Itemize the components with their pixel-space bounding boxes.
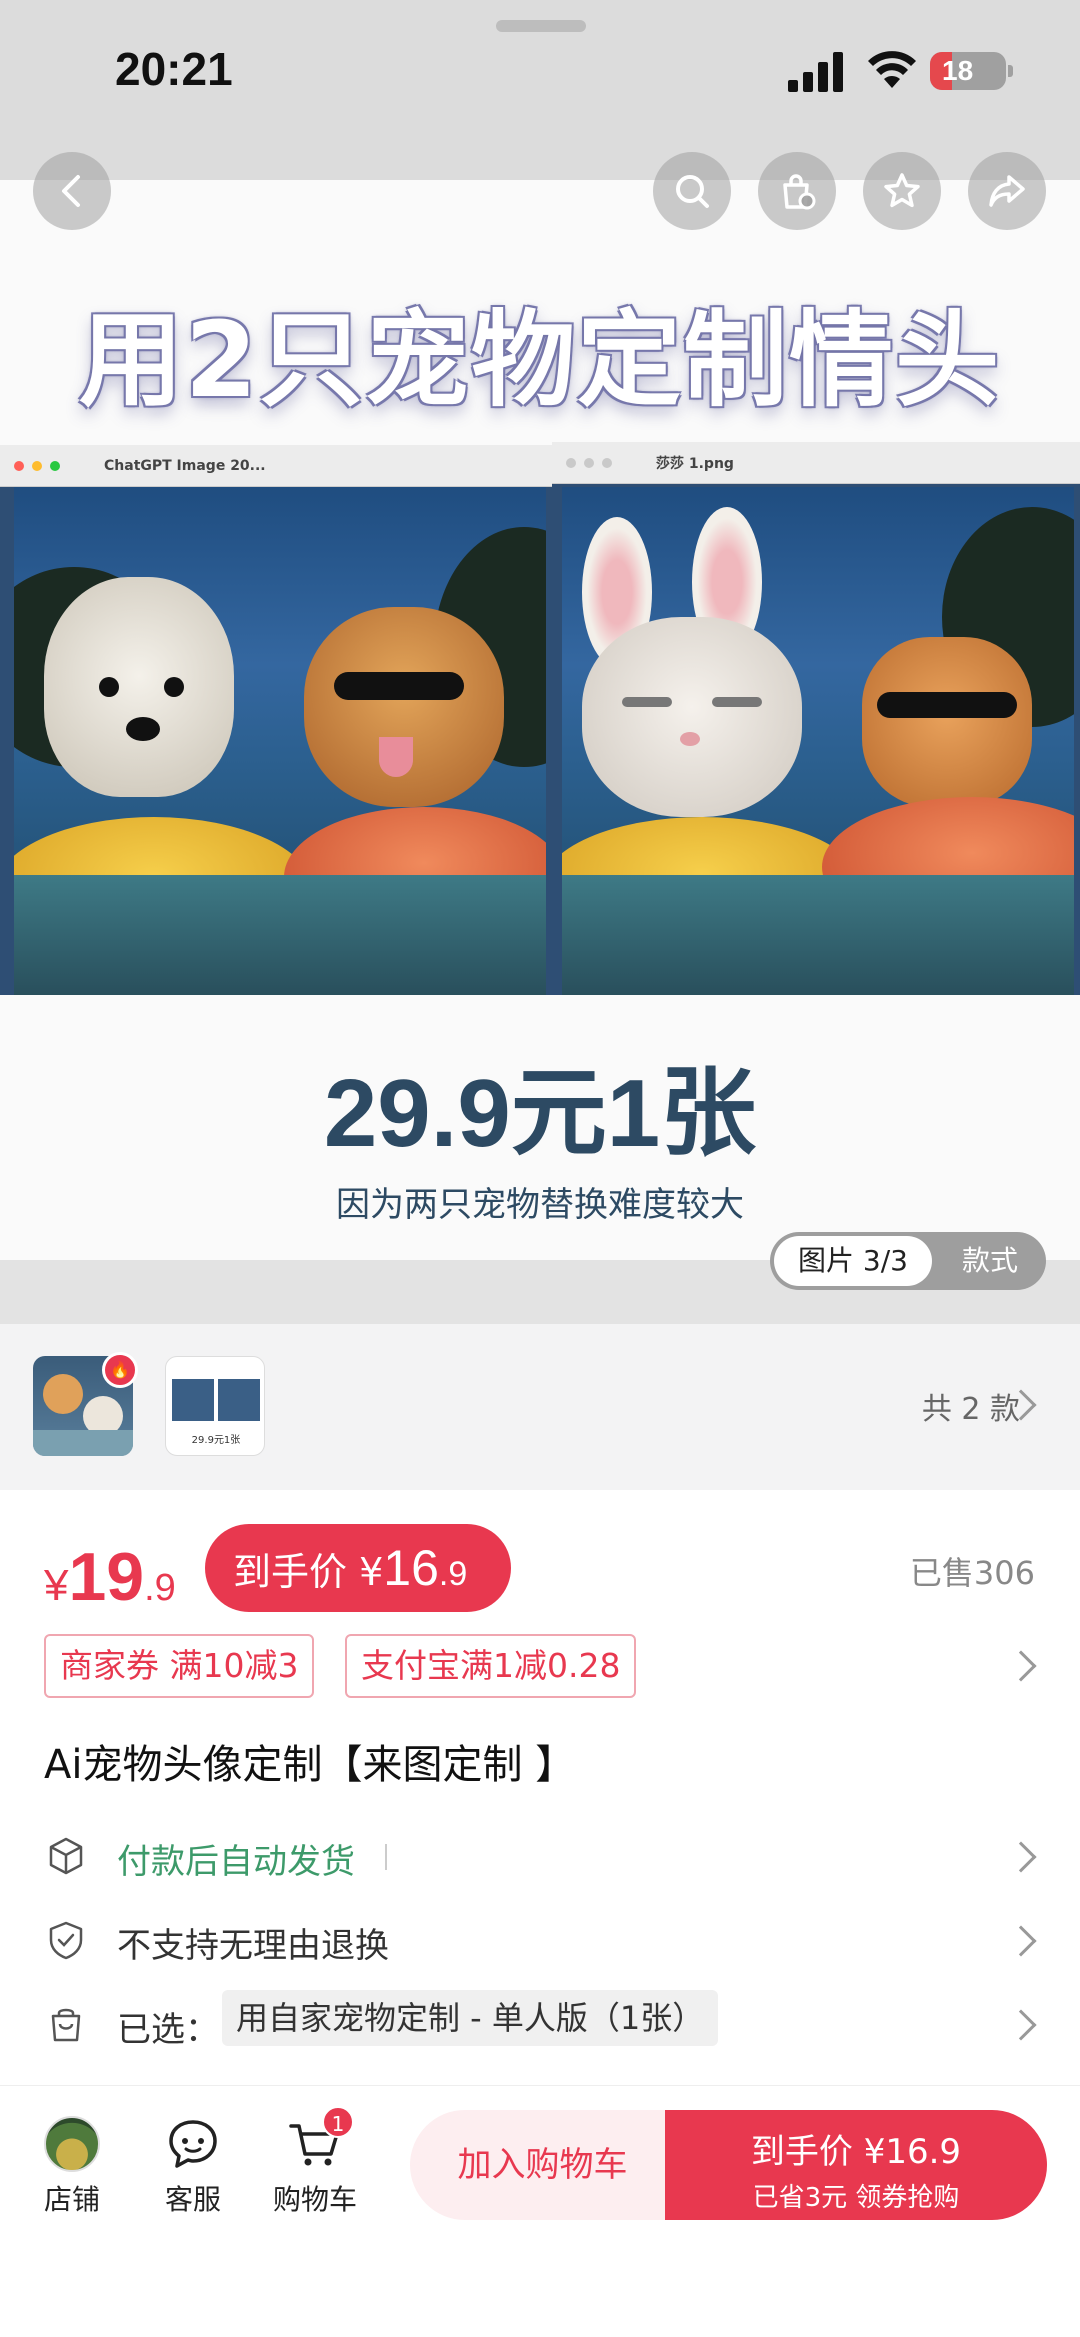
shopping-bag-icon: [51, 2008, 81, 2042]
service-shipping[interactable]: 付款后自动发货: [0, 1822, 1080, 1892]
chevron-left-icon: [62, 175, 80, 207]
bottom-action-bar: 店铺 客服 1 购物车 加入购物车 到手价 ¥16.9 已省3元 领券抢购: [0, 2085, 1080, 2337]
style-selector[interactable]: 🔥 29.9元1张 共 2 款: [0, 1324, 1080, 1490]
shipping-text: 付款后自动发货: [117, 1842, 355, 1882]
hero-price-headline: 29.9元1张: [323, 1060, 757, 1167]
product-image[interactable]: 用2只宠物定制情头 ChatGPT Image 20... 莎莎 1.png 2…: [0, 180, 1080, 1260]
service-selected-variant[interactable]: 已选： 用自家宠物定制 - 单人版（1张）: [0, 1990, 1080, 2060]
style-count[interactable]: 共 2 款: [922, 1384, 1020, 1428]
hot-badge-icon: 🔥: [102, 1352, 138, 1388]
selected-variant-value[interactable]: 用自家宠物定制 - 单人版（1张）: [222, 1990, 719, 2046]
status-time: 20:21: [115, 43, 233, 95]
battery-level: 18: [942, 55, 974, 86]
service-returns[interactable]: 不支持无理由退换: [0, 1906, 1080, 1976]
grabber[interactable]: [496, 20, 586, 32]
star-icon: [884, 173, 920, 208]
chevron-right-icon: [1005, 2009, 1037, 2041]
wifi-icon: [868, 51, 916, 88]
cart-label: 购物车: [272, 2183, 357, 2216]
coupon-alipay[interactable]: 支付宝满1减0.28: [345, 1634, 637, 1698]
package-box-icon: [49, 1837, 83, 1875]
pager-current[interactable]: 图片 3/3: [774, 1236, 932, 1286]
pager-styles-tab[interactable]: 款式: [940, 1236, 1040, 1286]
search-button[interactable]: [653, 152, 731, 230]
shield-check-icon: [49, 1921, 83, 1960]
search-icon: [676, 175, 709, 208]
shop-label: 店铺: [43, 2183, 100, 2216]
customer-service-button[interactable]: 客服: [138, 2116, 248, 2218]
hero-price-note: 因为两只宠物替换难度较大: [336, 1185, 744, 1225]
shop-avatar: [44, 2116, 100, 2172]
shopping-bag-button[interactable]: [758, 152, 836, 230]
hero-title: 用2只宠物定制情头: [78, 299, 1002, 421]
window-title-left: ChatGPT Image 20...: [104, 457, 266, 474]
chevron-right-icon[interactable]: [1005, 1650, 1037, 1682]
favorite-button[interactable]: [863, 152, 941, 230]
back-button[interactable]: [33, 152, 111, 230]
product-title: Ai宠物头像定制【来图定制 】: [44, 1742, 576, 1788]
example-photo-left: ChatGPT Image 20...: [0, 445, 560, 995]
thumbnail-caption: 29.9元1张: [191, 1435, 241, 1446]
selected-label: 已选：: [117, 2010, 219, 2050]
battery-indicator: 18: [930, 52, 1013, 90]
final-price-badge: 到手价 ¥16.9: [205, 1524, 511, 1612]
status-bar: 20:21 18: [0, 0, 1080, 180]
shop-button[interactable]: 店铺: [17, 2116, 127, 2218]
coupon-merchant[interactable]: 商家券 满10减3: [44, 1634, 315, 1698]
customer-service-label: 客服: [164, 2183, 221, 2216]
cart-button[interactable]: 1 购物车: [260, 2106, 370, 2218]
buy-coupon-label: 已省3元 领券抢购: [752, 2183, 960, 2213]
image-pager[interactable]: 图片 3/3 款式: [770, 1232, 1046, 1290]
cart-badge: 1: [322, 2106, 354, 2138]
shopping-bag-clock-icon: [783, 174, 816, 210]
buy-price-label: 到手价 ¥16.9: [750, 2132, 962, 2172]
chat-bubble-icon: [169, 2120, 217, 2168]
buy-now-button[interactable]: 到手价 ¥16.9 已省3元 领券抢购: [665, 2110, 1047, 2220]
chevron-right-icon: [1005, 1925, 1037, 1957]
sold-count: 已售306: [909, 1554, 1035, 1592]
share-button[interactable]: [968, 152, 1046, 230]
share-arrow-icon: [989, 175, 1025, 207]
returns-text: 不支持无理由退换: [117, 1926, 389, 1966]
current-price: ¥19.9: [44, 1539, 176, 1615]
window-title-right: 莎莎 1.png: [656, 455, 734, 472]
example-photo-right: 莎莎 1.png: [552, 442, 1080, 995]
chevron-right-icon: [1005, 1841, 1037, 1873]
cellular-signal-icon: [788, 52, 843, 92]
add-to-cart-button[interactable]: 加入购物车: [410, 2110, 675, 2220]
style-thumbnail-2[interactable]: 29.9元1张: [165, 1356, 265, 1456]
